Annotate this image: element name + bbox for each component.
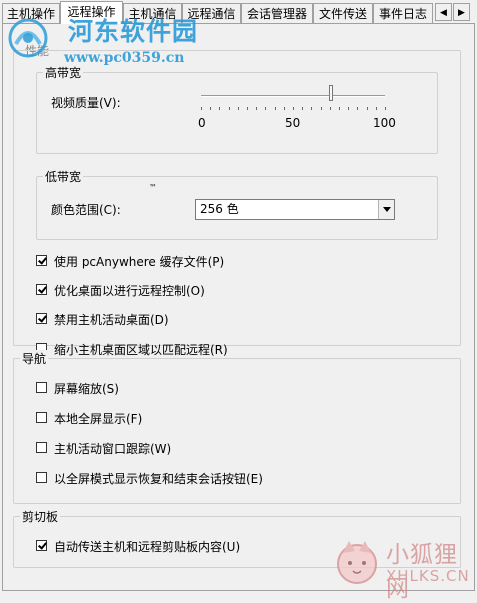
high-bandwidth-group: 高带宽 视频质量(V): 0 50 100 bbox=[36, 64, 438, 154]
option-active-window-tracking[interactable]: 主机活动窗口跟踪(W) bbox=[36, 439, 356, 457]
option-label: 以全屏模式显示恢复和结束会话按钮(E) bbox=[54, 472, 263, 486]
performance-group: 高带宽 视频质量(V): 0 50 100 低带宽 ™ 颜色范围(C): 256… bbox=[13, 50, 461, 357]
slider-tick-mark bbox=[375, 107, 377, 110]
slider-tick-mark bbox=[265, 107, 267, 110]
slider-tick-mark bbox=[274, 107, 276, 110]
chevron-right-icon: ▶ bbox=[458, 8, 465, 18]
option-local-fullscreen[interactable]: 本地全屏显示(F) bbox=[36, 409, 356, 427]
color-range-select[interactable]: 256 色 bbox=[195, 199, 395, 220]
option-shrink-host-desktop[interactable]: 缩小主机桌面区域以匹配远程(R) bbox=[36, 340, 356, 358]
option-disable-host-desktop[interactable]: 禁用主机活动桌面(D) bbox=[36, 310, 356, 328]
slider-tick-mark bbox=[311, 107, 313, 110]
low-bandwidth-title: 低带宽 bbox=[43, 168, 84, 185]
option-label: 优化桌面以进行远程控制(O) bbox=[54, 284, 205, 298]
tab-scroll-right-button[interactable]: ▶ bbox=[453, 3, 470, 21]
navigation-title: 导航 bbox=[20, 350, 49, 367]
watermark-bottom-url: XHLKS.CN bbox=[386, 567, 470, 585]
slider-tick-mark bbox=[302, 107, 304, 110]
slider-tick-mark bbox=[366, 107, 368, 110]
option-label: 自动传送主机和远程剪贴板内容(U) bbox=[54, 540, 241, 554]
slider-tick-mark bbox=[283, 107, 285, 110]
checkbox[interactable] bbox=[36, 540, 47, 551]
tab-file-transfer[interactable]: 文件传送 bbox=[313, 3, 373, 23]
slider-tick-mark bbox=[247, 107, 248, 110]
low-bandwidth-group: 低带宽 ™ 颜色范围(C): 256 色 bbox=[36, 168, 438, 240]
watermark-top: 河东软件园 www.pc0359.cn bbox=[4, 2, 204, 72]
slider-track bbox=[201, 95, 385, 97]
slider-tick-50: 50 bbox=[285, 116, 301, 130]
slider-tick-100: 100 bbox=[373, 116, 396, 130]
watermark-bottom: 小狐狸网 XHLKS.CN bbox=[330, 535, 475, 602]
slider-tick-mark bbox=[348, 107, 350, 110]
checkbox[interactable] bbox=[36, 472, 47, 483]
slider-tick-0: 0 bbox=[198, 116, 206, 130]
option-label: 本地全屏显示(F) bbox=[54, 412, 143, 426]
tab-session-manager[interactable]: 会话管理器 bbox=[241, 3, 313, 23]
checkbox[interactable] bbox=[36, 412, 47, 423]
chevron-left-icon: ◀ bbox=[440, 8, 447, 18]
slider-tick-mark bbox=[201, 107, 202, 110]
option-optimize-desktop[interactable]: 优化桌面以进行远程控制(O) bbox=[36, 281, 356, 299]
watermark-title: 河东软件园 bbox=[68, 17, 199, 46]
checkbox[interactable] bbox=[36, 313, 47, 324]
option-label: 禁用主机活动桌面(D) bbox=[54, 313, 169, 327]
slider-tick-mark bbox=[228, 107, 230, 110]
trademark-mark: ™ bbox=[149, 183, 157, 192]
watermark-logo-icon bbox=[8, 18, 48, 58]
option-label: 使用 pcAnywhere 缓存文件(P) bbox=[54, 255, 225, 269]
checkbox[interactable] bbox=[36, 382, 47, 393]
color-range-value: 256 色 bbox=[200, 202, 239, 216]
slider-tick-mark bbox=[237, 107, 239, 110]
slider-tick-mark bbox=[320, 107, 322, 110]
checkbox[interactable] bbox=[36, 284, 47, 295]
slider-tick-mark bbox=[339, 107, 340, 110]
slider-ticks bbox=[199, 107, 389, 111]
slider-tick-mark bbox=[357, 107, 359, 110]
tab-event-log[interactable]: 事件日志 bbox=[373, 3, 433, 23]
slider-tick-mark bbox=[210, 107, 212, 110]
option-label: 缩小主机桌面区域以匹配远程(R) bbox=[54, 343, 228, 357]
chevron-down-icon[interactable] bbox=[378, 200, 394, 219]
option-use-cache[interactable]: 使用 pcAnywhere 缓存文件(P) bbox=[36, 252, 356, 270]
slider-tick-mark bbox=[219, 107, 221, 110]
video-quality-label: 视频质量(V): bbox=[51, 96, 121, 110]
slider-tick-mark bbox=[293, 107, 294, 110]
slider-tick-mark bbox=[385, 107, 386, 110]
navigation-group: 导航 屏幕缩放(S) 本地全屏显示(F) 主机活动窗口跟踪(W) 以全屏模式显示… bbox=[13, 350, 461, 504]
option-label: 主机活动窗口跟踪(W) bbox=[54, 442, 172, 456]
watermark-url: www.pc0359.cn bbox=[64, 50, 185, 66]
fox-logo-icon bbox=[337, 541, 377, 584]
slider-tick-mark bbox=[256, 107, 258, 110]
slider-thumb[interactable] bbox=[329, 85, 333, 101]
color-range-label: 颜色范围(C): bbox=[51, 203, 121, 217]
remote-operation-panel: 性能 高带宽 视频质量(V): 0 50 100 低带宽 ™ 颜色范围(C): … bbox=[2, 23, 475, 591]
option-screen-scaling[interactable]: 屏幕缩放(S) bbox=[36, 379, 356, 397]
tab-scroll-left-button[interactable]: ◀ bbox=[435, 3, 452, 21]
clipboard-title: 剪切板 bbox=[20, 508, 61, 525]
slider-tick-mark bbox=[329, 107, 331, 110]
option-label: 屏幕缩放(S) bbox=[54, 382, 119, 396]
option-fullscreen-session-buttons[interactable]: 以全屏模式显示恢复和结束会话按钮(E) bbox=[36, 469, 416, 487]
checkbox[interactable] bbox=[36, 442, 47, 453]
checkbox[interactable] bbox=[36, 255, 47, 266]
